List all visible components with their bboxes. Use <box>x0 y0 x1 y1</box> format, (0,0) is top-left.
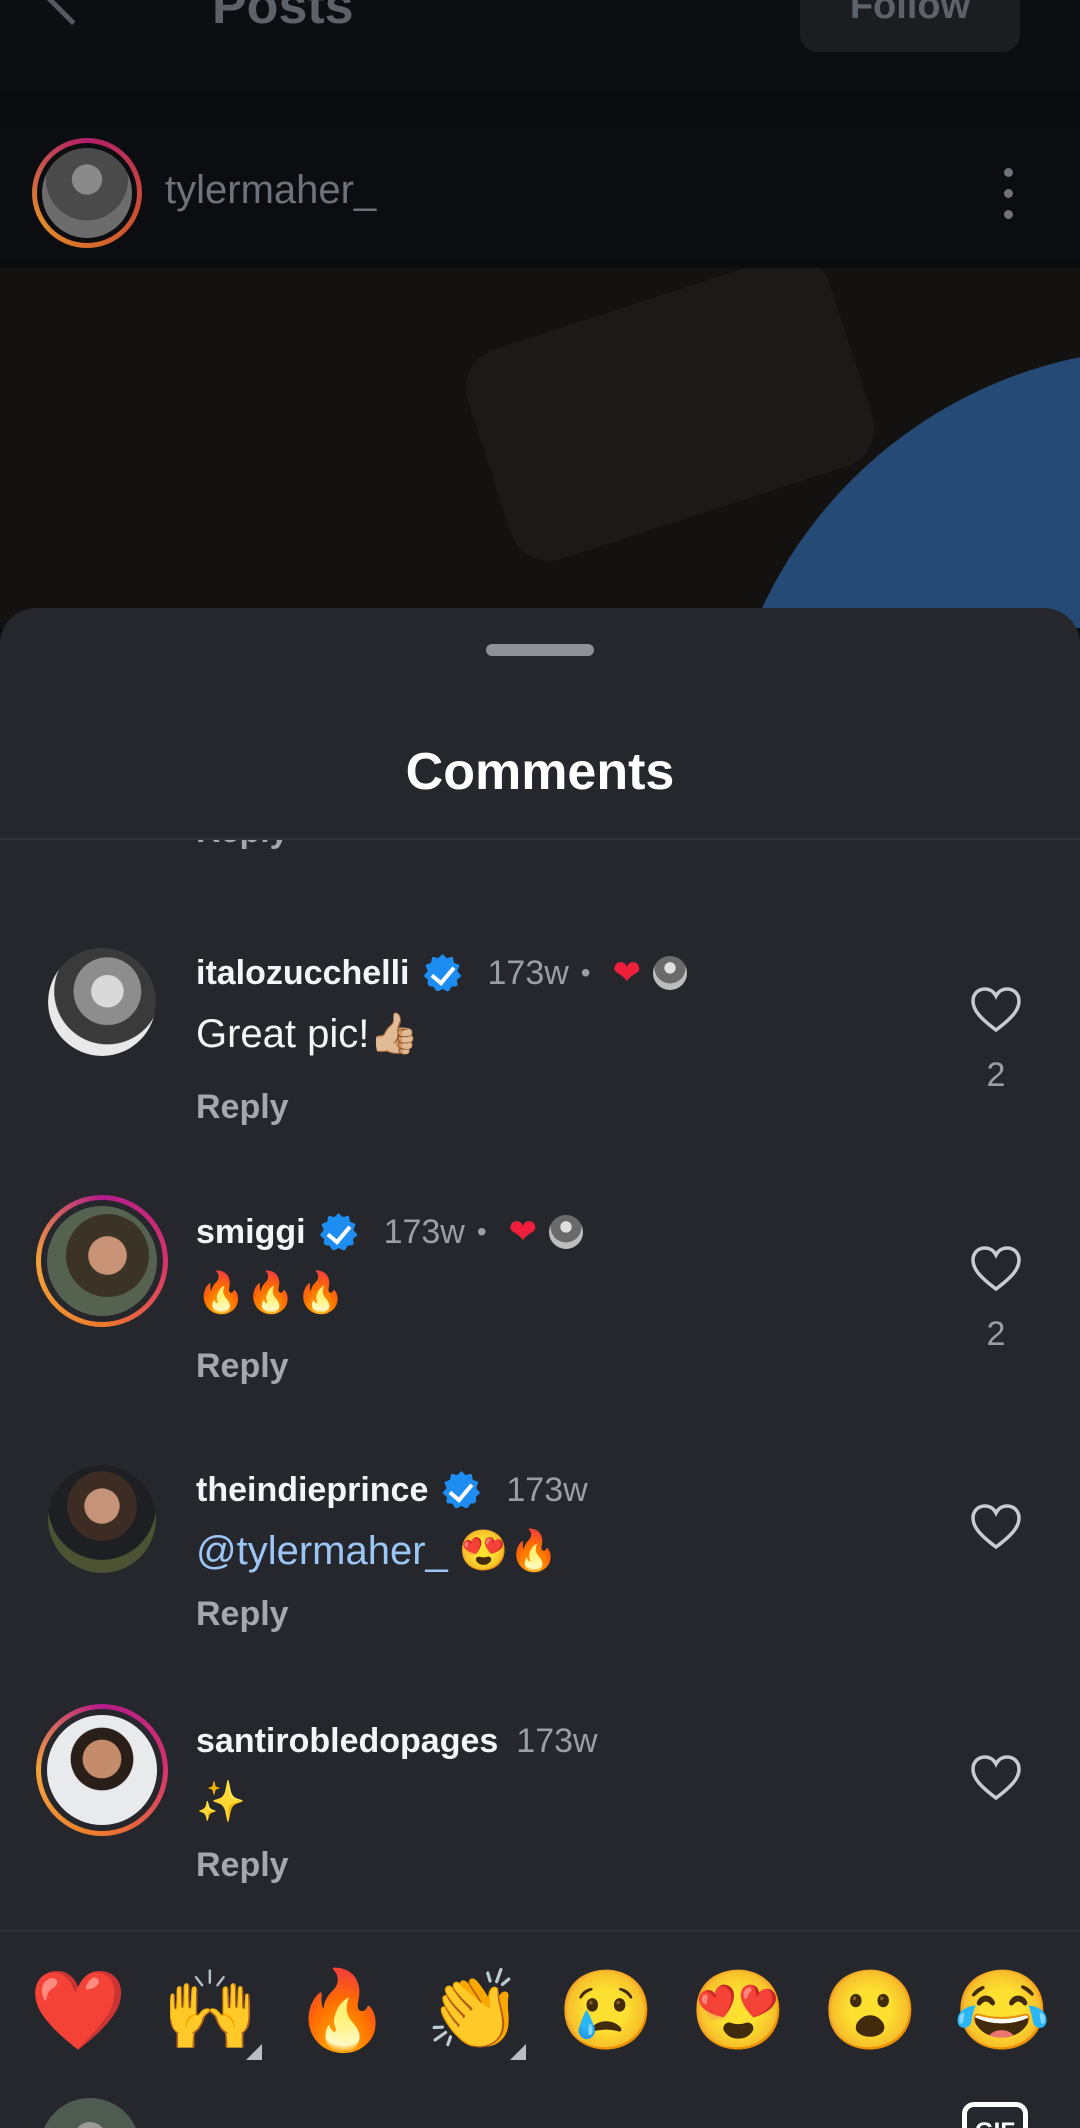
reaction-heart[interactable]: ❤️ <box>28 1960 128 2060</box>
reply-button[interactable]: Reply <box>196 1846 289 1885</box>
comment-text: @tylermaher_ 😍🔥 <box>196 1527 559 1574</box>
comment-text-rest: 😍🔥 <box>447 1529 559 1573</box>
comment-username[interactable]: smiggi <box>196 1213 306 1252</box>
comment-item: smiggi 173w • ❤ 🔥🔥🔥 Reply 2 <box>0 1195 1080 1457</box>
post-image <box>0 268 1080 628</box>
author-mini-avatar <box>547 1213 586 1251</box>
heart-outline-icon[interactable] <box>970 1754 1022 1802</box>
comments-list[interactable]: Reply italozucchelli 173w • ❤ Great pic!… <box>0 840 1080 1930</box>
commenter-avatar[interactable] <box>48 948 156 1056</box>
post-comments-screen: Posts Follow tylermaher_ Comments Reply … <box>0 0 1080 2128</box>
composer-avatar <box>40 2098 140 2128</box>
commenter-avatar[interactable] <box>48 1465 156 1573</box>
liked-by-author-heart-icon: ❤ <box>508 1213 538 1251</box>
comment-text: Great pic!👍🏼 <box>196 1012 420 1056</box>
reaction-laughing[interactable]: 😂 <box>952 1960 1052 2060</box>
reaction-crying[interactable]: 😢 <box>556 1960 656 2060</box>
post-header: tylermaher_ <box>0 130 1080 260</box>
comment-time: 173w <box>516 1721 598 1760</box>
like-count: 2 <box>986 1056 1006 1094</box>
reply-button[interactable]: Reply <box>196 1595 289 1634</box>
comment-username[interactable]: santirobledopages <box>196 1722 498 1761</box>
comment-time: 173w <box>506 1470 588 1509</box>
reaction-heart-eyes[interactable]: 😍 <box>688 1960 788 2060</box>
liked-by-author-heart-icon: ❤ <box>612 954 642 992</box>
top-bar: Posts Follow <box>0 0 1080 90</box>
comment-time: 173w <box>487 953 569 992</box>
reply-button[interactable]: Reply <box>196 1347 289 1386</box>
reply-button[interactable]: Reply <box>196 1088 289 1127</box>
skin-tone-indicator-icon <box>246 2044 262 2060</box>
separator-dot: • <box>580 957 591 988</box>
verified-badge-icon <box>319 1213 358 1251</box>
commenter-avatar-story-ring[interactable] <box>36 1195 168 1327</box>
commenter-avatar-story-ring[interactable] <box>36 1704 168 1836</box>
follow-button[interactable]: Follow <box>800 0 1020 52</box>
verified-badge-icon <box>442 1471 481 1509</box>
reply-button[interactable]: Reply <box>196 840 289 851</box>
reaction-raised-hands[interactable]: 🙌 <box>160 1960 260 2060</box>
divider <box>0 1930 1080 1932</box>
like-count: 2 <box>986 1315 1006 1353</box>
comments-sheet: Comments Reply italozucchelli 173w • ❤ G… <box>0 608 1080 2128</box>
mention-link[interactable]: @tylermaher_ <box>196 1529 448 1573</box>
heart-outline-icon[interactable] <box>970 986 1022 1034</box>
heart-outline-icon[interactable] <box>970 1245 1022 1293</box>
comment-item: theindieprince 173w @tylermaher_ 😍🔥 Repl… <box>0 1465 1080 1715</box>
comment-username[interactable]: theindieprince <box>196 1471 428 1510</box>
comment-time: 173w <box>383 1212 465 1251</box>
author-avatar[interactable] <box>32 138 142 248</box>
reaction-surprised[interactable]: 😮 <box>820 1960 920 2060</box>
sheet-drag-handle[interactable] <box>486 644 594 656</box>
comment-text: 🔥🔥🔥 <box>196 1271 346 1315</box>
separator-dot: • <box>476 1216 487 1247</box>
quick-reaction-bar: ❤️ 🙌 🔥 👏 😢 😍 😮 😂 <box>0 1960 1080 2060</box>
gif-icon[interactable]: GIF <box>962 2102 1028 2128</box>
author-mini-avatar <box>651 954 690 992</box>
screen-title: Posts <box>212 0 354 35</box>
back-arrow-icon[interactable] <box>40 0 104 26</box>
verified-badge-icon <box>423 954 462 992</box>
comment-item: santirobledopages 173w ✨ Reply <box>0 1704 1080 1930</box>
skin-tone-indicator-icon <box>510 2044 526 2060</box>
comment-item: italozucchelli 173w • ❤ Great pic!👍🏼 Rep… <box>0 948 1080 1198</box>
author-username[interactable]: tylermaher_ <box>165 168 376 213</box>
comment-username[interactable]: italozucchelli <box>196 954 410 993</box>
sheet-title: Comments <box>405 743 675 801</box>
heart-outline-icon[interactable] <box>970 1503 1022 1551</box>
more-options-icon[interactable] <box>1004 168 1014 219</box>
reaction-clap[interactable]: 👏 <box>424 1960 524 2060</box>
reaction-fire[interactable]: 🔥 <box>292 1960 392 2060</box>
comment-text: ✨ <box>196 1780 246 1824</box>
